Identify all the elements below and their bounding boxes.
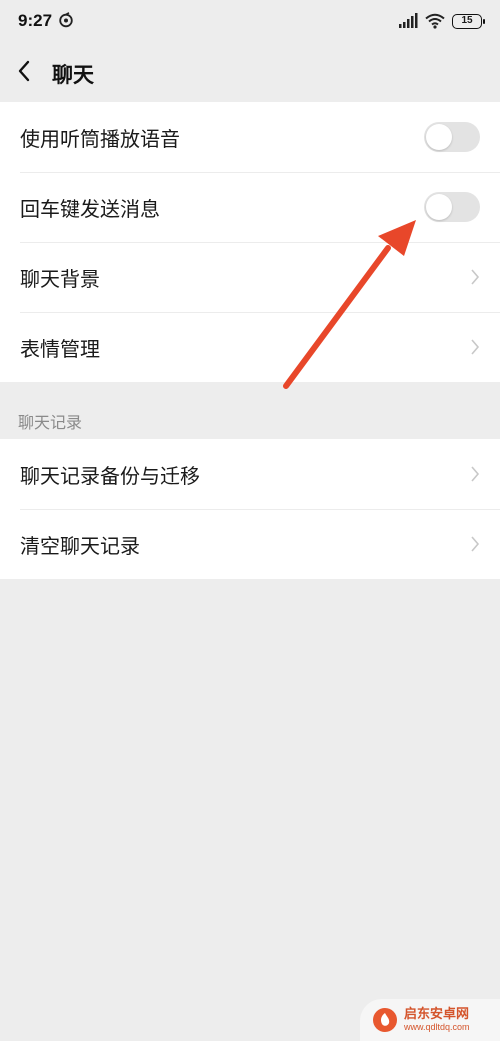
chevron-right-icon [471,269,480,285]
setting-label: 回车键发送消息 [20,196,160,221]
status-time: 9:27 [18,11,53,30]
setting-label: 清空聊天记录 [20,533,140,558]
setting-label: 使用听筒播放语音 [20,126,180,151]
page-title: 聊天 [52,63,94,87]
setting-label: 聊天背景 [20,266,100,291]
watermark-name: 启东安卓网 [404,1007,470,1022]
setting-label: 表情管理 [20,336,100,361]
watermark-logo-icon [373,1008,397,1032]
chevron-left-icon[interactable] [10,56,40,86]
section-header-chat-history: 聊天记录 [18,413,83,432]
earpiece-voice-toggle[interactable] [424,122,480,152]
watermark-url: www.qdltdq.com [404,1022,470,1032]
wifi-icon [425,13,445,29]
battery-icon: 15 [452,13,485,29]
setting-label: 聊天记录备份与迁移 [20,463,200,488]
setting-chat-background[interactable]: 聊天背景 [0,242,500,312]
status-bar: 9:27 15 [0,0,500,42]
toggle-knob [426,124,452,150]
settings-group: 使用听筒播放语音 回车键发送消息 聊天背景 表情管理 [0,102,500,382]
chevron-right-icon [471,339,480,355]
chevron-right-icon [471,536,480,552]
toggle-knob [426,194,452,220]
chat-history-group: 聊天记录备份与迁移 清空聊天记录 [0,439,500,579]
camera-app-icon [59,12,73,28]
watermark: 启东安卓网 www.qdltdq.com [360,999,500,1041]
status-icons: 15 [398,12,485,30]
signal-icon [399,13,418,28]
nav-bar: 聊天 [0,42,500,102]
setting-clear-history[interactable]: 清空聊天记录 [0,509,500,579]
setting-enter-to-send[interactable]: 回车键发送消息 [0,172,500,242]
setting-sticker-management[interactable]: 表情管理 [0,312,500,382]
chevron-right-icon [471,466,480,482]
setting-earpiece-voice[interactable]: 使用听筒播放语音 [0,102,500,172]
enter-to-send-toggle[interactable] [424,192,480,222]
setting-backup-migrate[interactable]: 聊天记录备份与迁移 [0,439,500,509]
